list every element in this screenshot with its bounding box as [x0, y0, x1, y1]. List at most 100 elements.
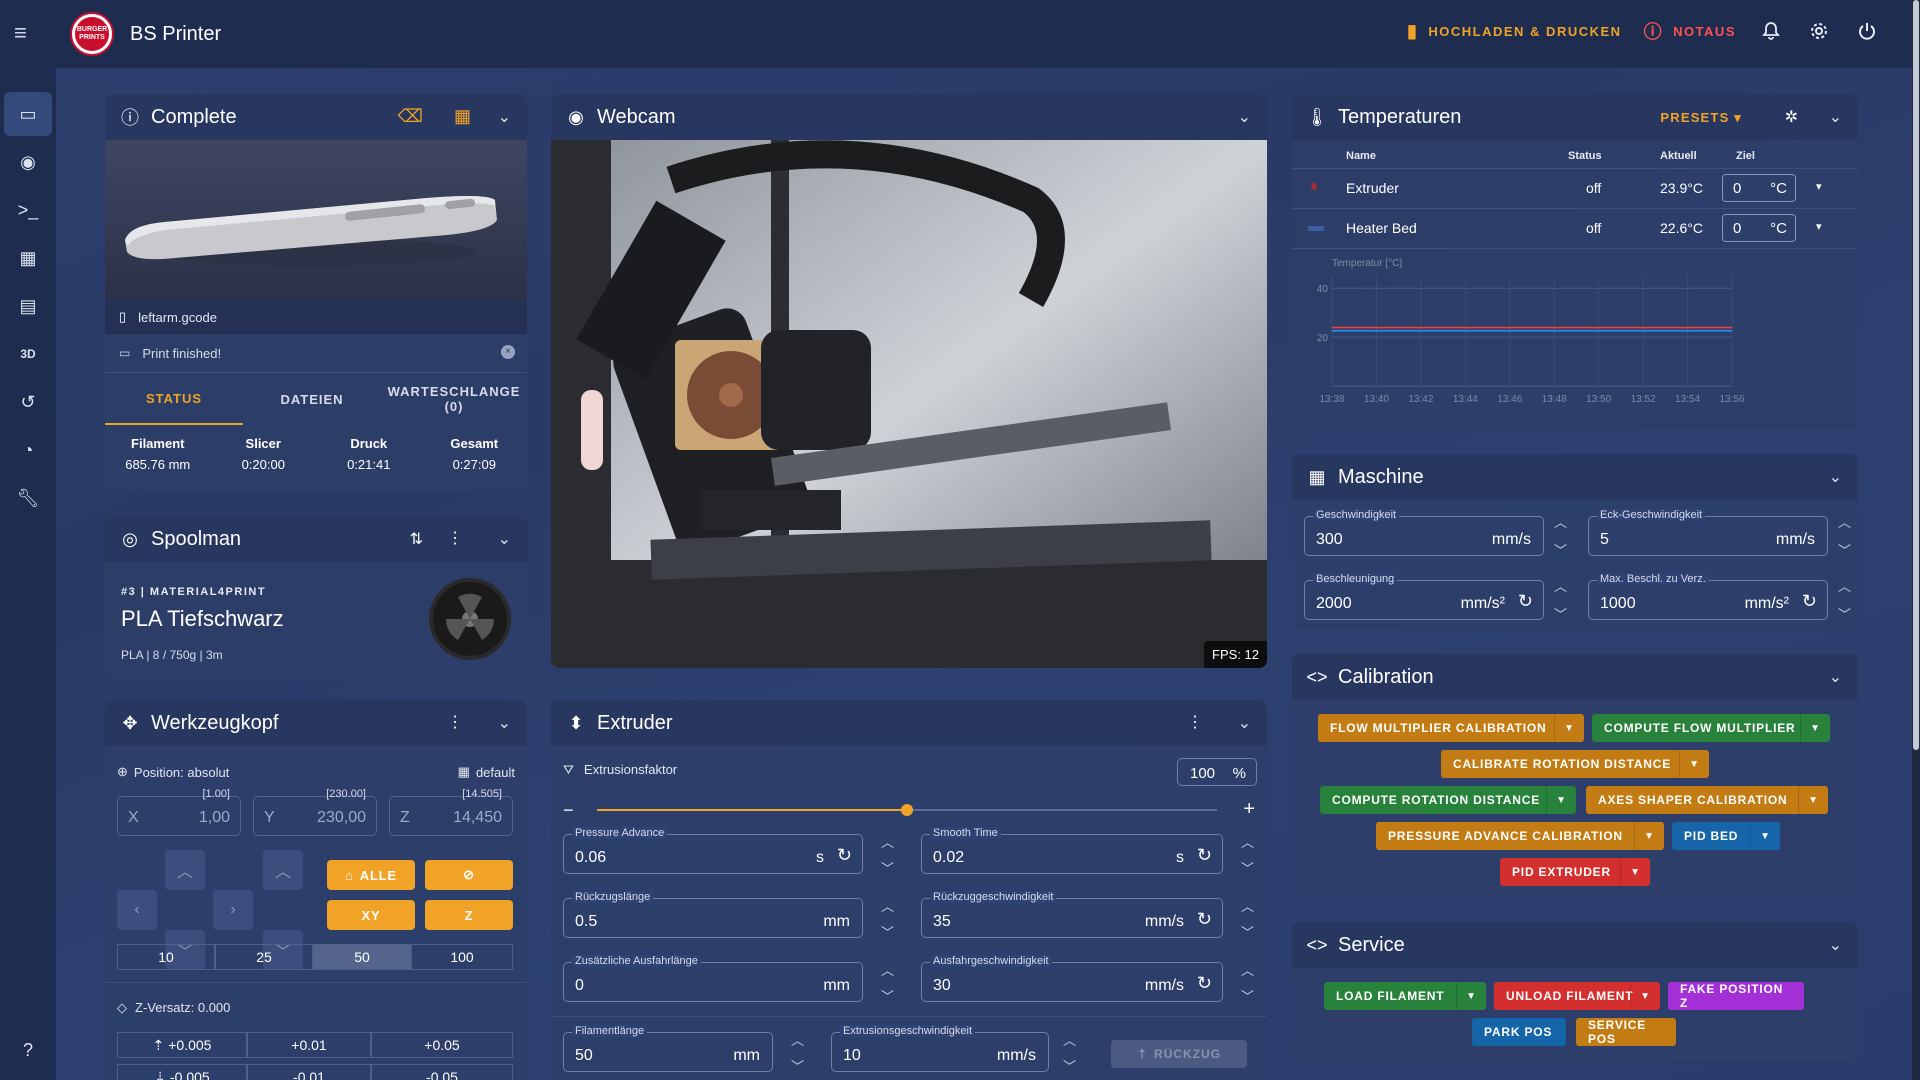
caret-down-icon[interactable]: ▼	[1750, 822, 1780, 850]
smooth-time-field[interactable]: Smooth Time 0.02 s ↻	[921, 827, 1223, 874]
retract-length-field[interactable]: Rückzugslänge 0.5 mm	[563, 891, 863, 938]
swap-spool-icon[interactable]: ⇅	[410, 529, 423, 549]
caret-down-icon[interactable]: ▼	[1456, 982, 1486, 1010]
tab-files[interactable]: DATEIEN	[243, 373, 381, 425]
power-icon[interactable]	[1854, 18, 1880, 44]
home-xy-button[interactable]: XY	[327, 900, 415, 930]
plus-icon[interactable]: +	[1243, 798, 1255, 821]
service-pos-button[interactable]: SERVICE POS	[1576, 1018, 1676, 1046]
decrement-chevron-icon[interactable]: ﹀	[1241, 858, 1254, 877]
decrement-chevron-icon[interactable]: ﹀	[1241, 922, 1254, 941]
bell-icon[interactable]	[1758, 18, 1784, 44]
axis-z-field[interactable]: Z [14.505] 14,450	[389, 788, 513, 836]
presets-button[interactable]: PRESETS ▾	[1660, 110, 1742, 126]
axes-shaper-calibration-button[interactable]: AXES SHAPER CALIBRATION ▼	[1586, 786, 1828, 814]
emergency-stop-button[interactable]: ⓘ NOTAUS	[1644, 18, 1736, 44]
upload-print-button[interactable]: ▮ HOCHLADEN & DRUCKEN	[1407, 21, 1622, 42]
reset-icon[interactable]: ↻	[1197, 845, 1212, 866]
unretract-speed-field[interactable]: Ausfahrgeschwindigkeit 30 mm/s ↻	[921, 955, 1223, 1002]
decrement-chevron-icon[interactable]: ﹀	[791, 1056, 804, 1075]
slider-thumb[interactable]	[901, 804, 913, 816]
z-offset-up-005[interactable]: ⇡ +0.005	[117, 1032, 247, 1058]
collapse-chevron-icon[interactable]: ⌄	[1829, 107, 1842, 127]
move-z-up-button[interactable]: ︿	[263, 850, 303, 890]
collapse-chevron-icon[interactable]: ⌄	[1829, 935, 1842, 955]
axis-x-field[interactable]: X [1.00] 1,00	[117, 788, 241, 836]
heater-bed-target-input[interactable]: 0 °C	[1722, 214, 1796, 242]
decrement-chevron-icon[interactable]: ﹀	[1241, 986, 1254, 1005]
extruder-target-input[interactable]: 0 °C	[1722, 174, 1796, 202]
extrusion-factor-input[interactable]: 100 %	[1177, 758, 1257, 786]
scrollbar-thumb[interactable]	[1913, 0, 1919, 750]
close-message-icon[interactable]: ×	[501, 345, 515, 359]
motors-off-button[interactable]: ⊘	[425, 860, 513, 890]
collapse-chevron-icon[interactable]: ⌄	[498, 107, 511, 127]
sidebar-item-console[interactable]: >_	[4, 188, 52, 232]
acceleration-field[interactable]: Beschleunigung 2000 mm/s² ↻	[1304, 573, 1544, 620]
increment-chevron-icon[interactable]: ︿	[1554, 512, 1567, 531]
fake-position-z-button[interactable]: FAKE POSITION Z	[1668, 982, 1804, 1010]
decrement-chevron-icon[interactable]: ﹀	[881, 922, 894, 941]
decrement-chevron-icon[interactable]: ﹀	[1554, 540, 1567, 559]
collapse-chevron-icon[interactable]: ⌄	[498, 529, 511, 549]
max-accel-to-decel-field[interactable]: Max. Beschl. zu Verz. 1000 mm/s² ↻	[1588, 573, 1828, 620]
unload-filament-button[interactable]: UNLOAD FILAMENT ▼	[1494, 982, 1660, 1010]
settings-gear-icon[interactable]: ✲	[1785, 107, 1798, 127]
increment-chevron-icon[interactable]: ︿	[881, 896, 894, 915]
sidebar-item-timelapse[interactable]: ◔	[4, 428, 52, 472]
menu-icon[interactable]: ≡	[14, 22, 36, 44]
z-offset-down-005[interactable]: ⇣ -0.005	[117, 1064, 247, 1080]
caret-down-icon[interactable]: ▼	[1546, 786, 1576, 814]
z-offset-down-05[interactable]: -0.05	[371, 1064, 513, 1080]
reset-icon[interactable]: ↻	[1197, 973, 1212, 994]
home-z-button[interactable]: Z	[425, 900, 513, 930]
move-y-up-button[interactable]: ︿	[165, 850, 205, 890]
flow-multiplier-calibration-button[interactable]: FLOW MULTIPLIER CALIBRATION ▼	[1318, 714, 1584, 742]
tab-queue[interactable]: WARTESCHLANGE (0)	[381, 373, 527, 425]
retract-button[interactable]: ⇡ RÜCKZUG	[1111, 1040, 1247, 1068]
axis-y-field[interactable]: Y [230.00] 230,00	[253, 788, 377, 836]
step-10-button[interactable]: 10	[117, 944, 215, 970]
compute-flow-multiplier-button[interactable]: COMPUTE FLOW MULTIPLIER ▼	[1592, 714, 1830, 742]
decrement-chevron-icon[interactable]: ﹀	[1554, 604, 1567, 623]
more-vert-icon[interactable]: ⋮	[1187, 712, 1203, 732]
sidebar-item-heightmap[interactable]: ▦	[4, 236, 52, 280]
decrement-chevron-icon[interactable]: ﹀	[1063, 1056, 1076, 1075]
pressure-advance-calibration-button[interactable]: PRESSURE ADVANCE CALIBRATION ▼	[1376, 822, 1664, 850]
filament-length-field[interactable]: Filamentlänge 50 mm	[563, 1025, 773, 1072]
unretract-extra-length-field[interactable]: Zusätzliche Ausfahrlänge 0 mm	[563, 955, 863, 1002]
park-pos-button[interactable]: PARK POS	[1472, 1018, 1566, 1046]
move-x-right-button[interactable]: ›	[213, 890, 253, 930]
move-x-left-button[interactable]: ‹	[117, 890, 157, 930]
pid-extruder-button[interactable]: PID EXTRUDER ▼	[1500, 858, 1650, 886]
sidebar-item-files[interactable]: ▤	[4, 284, 52, 328]
caret-down-icon[interactable]: ▼	[1800, 714, 1830, 742]
z-offset-down-01[interactable]: -0.01	[247, 1064, 371, 1080]
profile-selector[interactable]: ▦ default	[458, 764, 515, 780]
step-25-button[interactable]: 25	[215, 944, 313, 970]
caret-down-icon[interactable]: ▼	[1634, 822, 1664, 850]
extruder-dropdown-icon[interactable]: ▾	[1816, 180, 1822, 193]
collapse-chevron-icon[interactable]: ⌄	[1829, 467, 1842, 487]
reset-icon[interactable]: ↻	[837, 845, 852, 866]
increment-chevron-icon[interactable]: ︿	[881, 960, 894, 979]
reset-icon[interactable]: ↻	[1518, 591, 1533, 612]
collapse-chevron-icon[interactable]: ⌄	[498, 713, 511, 733]
clear-broom-icon[interactable]: ⌫	[398, 106, 423, 127]
pressure-advance-field[interactable]: Pressure Advance 0.06 s ↻	[563, 827, 863, 874]
decrement-chevron-icon[interactable]: ﹀	[1838, 540, 1851, 559]
sidebar-item-3d[interactable]: 3D	[4, 332, 52, 376]
extruder-name[interactable]: Extruder	[1346, 180, 1399, 196]
sidebar-item-help[interactable]: ?	[4, 1028, 52, 1072]
collapse-chevron-icon[interactable]: ⌄	[1238, 713, 1251, 733]
caret-down-icon[interactable]: ▼	[1620, 858, 1650, 886]
decrement-chevron-icon[interactable]: ﹀	[881, 858, 894, 877]
more-vert-icon[interactable]: ⋮	[447, 528, 463, 548]
extrusion-speed-field[interactable]: Extrusionsgeschwindigkeit 10 mm/s	[831, 1025, 1049, 1072]
minus-icon[interactable]: −	[563, 800, 574, 821]
increment-chevron-icon[interactable]: ︿	[1241, 896, 1254, 915]
step-50-button[interactable]: 50	[313, 944, 411, 970]
reset-icon[interactable]: ↻	[1802, 591, 1817, 612]
step-100-button[interactable]: 100	[411, 944, 513, 970]
sidebar-item-history[interactable]: ↺	[4, 380, 52, 424]
